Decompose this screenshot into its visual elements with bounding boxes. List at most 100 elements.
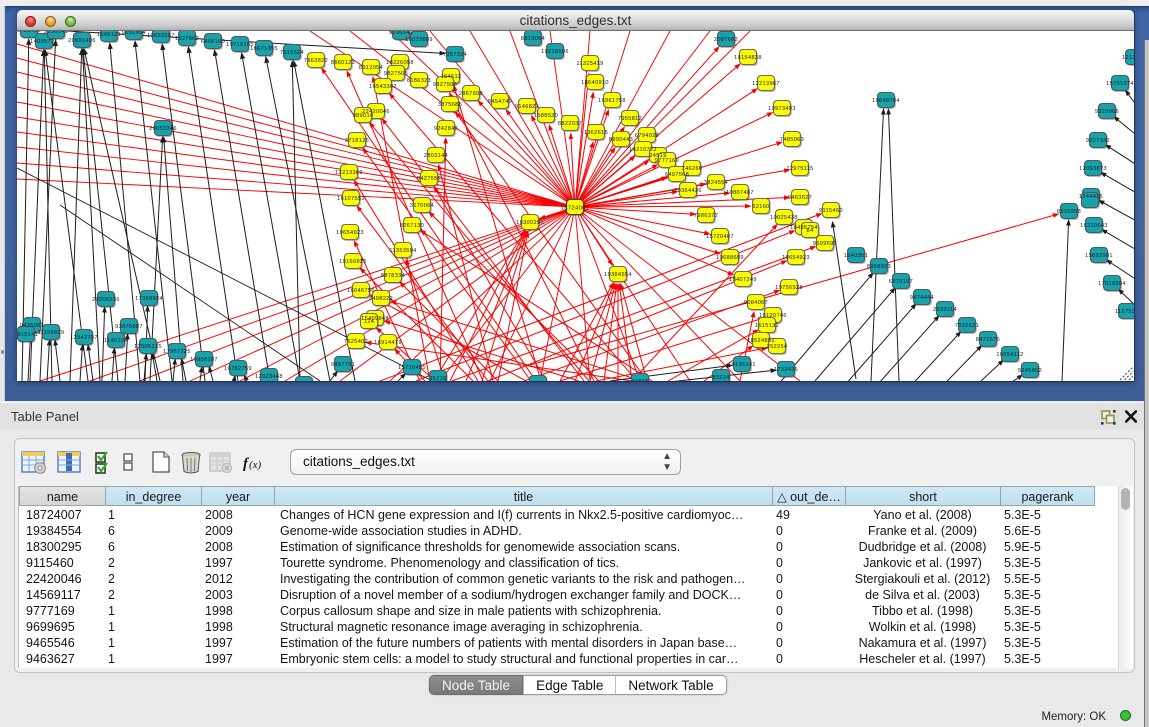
svg-text:16914479: 16914479 <box>374 340 402 346</box>
svg-text:19756928: 19756928 <box>775 285 803 291</box>
svg-text:20991406: 20991406 <box>68 38 96 44</box>
svg-text:12942757: 12942757 <box>70 335 98 341</box>
svg-text:8822037: 8822037 <box>558 121 582 127</box>
svg-text:1588520: 1588520 <box>534 113 558 119</box>
svg-text:1362615: 1362615 <box>584 130 608 136</box>
svg-text:6497568: 6497568 <box>665 172 689 178</box>
svg-text:16671355: 16671355 <box>250 46 278 52</box>
svg-text:1640951: 1640951 <box>844 253 868 259</box>
svg-text:9242848: 9242848 <box>434 126 458 132</box>
svg-text:16033809: 16033809 <box>405 37 433 43</box>
svg-text:154612: 154612 <box>441 74 462 80</box>
svg-text:3170064: 3170064 <box>410 203 434 209</box>
svg-text:6466160: 6466160 <box>201 39 225 45</box>
svg-text:62160: 62160 <box>752 204 769 210</box>
svg-text:1527602: 1527602 <box>175 36 199 42</box>
svg-text:16961758: 16961758 <box>598 98 626 104</box>
svg-text:16136141: 16136141 <box>728 362 756 368</box>
svg-text:(x): (x) <box>249 459 262 471</box>
svg-text:9463627: 9463627 <box>788 195 812 201</box>
svg-text:9827505: 9827505 <box>384 71 408 77</box>
svg-text:12093873: 12093873 <box>1079 166 1107 172</box>
svg-text:95716: 95716 <box>429 376 446 381</box>
svg-text:12923448: 12923448 <box>255 374 283 380</box>
svg-text:15692901: 15692901 <box>1085 253 1113 259</box>
svg-text:17016504: 17016504 <box>1098 281 1126 287</box>
svg-text:12213369: 12213369 <box>335 170 363 176</box>
svg-text:9474444: 9474444 <box>910 295 934 301</box>
svg-text:1167534: 1167534 <box>1115 309 1134 315</box>
svg-text:9227342: 9227342 <box>1086 138 1110 144</box>
svg-text:7357224: 7357224 <box>443 52 467 58</box>
svg-text:9699695: 9699695 <box>813 241 837 247</box>
svg-text:83224: 83224 <box>712 375 729 381</box>
svg-text:3915141: 3915141 <box>17 332 38 338</box>
svg-text:18226058: 18226058 <box>386 60 414 66</box>
svg-text:9031994: 9031994 <box>122 31 146 36</box>
svg-text:10958107: 10958107 <box>190 357 218 363</box>
svg-text:8454749: 8454749 <box>488 99 512 105</box>
svg-text:6794028: 6794028 <box>635 133 659 139</box>
svg-text:9435061: 9435061 <box>20 323 44 329</box>
svg-text:8958923: 8958923 <box>867 264 891 270</box>
svg-text:7485063: 7485063 <box>780 137 804 143</box>
svg-text:8427552: 8427552 <box>417 176 441 182</box>
svg-text:9777169: 9777169 <box>655 158 679 164</box>
svg-text:12213967: 12213967 <box>752 81 780 87</box>
svg-text:8912954: 8912954 <box>359 65 383 71</box>
svg-text:16107553: 16107553 <box>337 196 365 202</box>
svg-text:8267130: 8267130 <box>400 223 424 229</box>
svg-text:9857791: 9857791 <box>331 362 355 368</box>
svg-text:18407249: 18407249 <box>729 277 757 283</box>
svg-text:1615132: 1615132 <box>755 323 779 329</box>
svg-text:10648784: 10648784 <box>872 98 900 104</box>
svg-text:124: 124 <box>364 319 374 325</box>
svg-text:93975887: 93975887 <box>115 324 143 330</box>
svg-text:11353594: 11353594 <box>389 248 416 254</box>
svg-text:7625402: 7625402 <box>344 339 368 345</box>
svg-text:10653267: 10653267 <box>147 33 175 39</box>
svg-text:19166825: 19166825 <box>339 259 367 265</box>
svg-text:10688609: 10688609 <box>716 255 744 261</box>
svg-text:12505135: 12505135 <box>134 344 162 350</box>
svg-text:2718126: 2718126 <box>345 138 369 144</box>
svg-text:9827508: 9827508 <box>433 82 457 88</box>
svg-text:8215958: 8215958 <box>1057 209 1081 215</box>
svg-text:17957225: 17957225 <box>163 349 191 355</box>
svg-text:9084067: 9084067 <box>744 300 768 306</box>
svg-text:18640910: 18640910 <box>581 80 609 86</box>
svg-text:2803144: 2803144 <box>424 153 448 159</box>
svg-text:9245652: 9245652 <box>1018 368 1042 374</box>
svg-text:2933114: 2933114 <box>933 307 957 313</box>
svg-text:746266: 746266 <box>682 166 703 172</box>
svg-text:3498222: 3498222 <box>369 296 393 302</box>
svg-text:3875685: 3875685 <box>438 102 462 108</box>
svg-text:8990443: 8990443 <box>609 137 633 143</box>
svg-text:10973493: 10973493 <box>768 106 796 112</box>
svg-text:18495754: 18495754 <box>790 225 818 231</box>
svg-text:16782759: 16782759 <box>224 366 252 372</box>
svg-text:8813054: 8813054 <box>521 36 545 42</box>
svg-text:16210643: 16210643 <box>1080 223 1108 229</box>
svg-text:17359924: 17359924 <box>135 296 163 302</box>
svg-text:8471676: 8471676 <box>976 337 1000 343</box>
svg-text:7932621: 7932621 <box>955 323 979 329</box>
svg-text:2087682: 2087682 <box>714 37 738 43</box>
svg-text:44815: 44815 <box>631 379 648 381</box>
svg-text:84: 84 <box>807 228 814 234</box>
svg-text:9115460: 9115460 <box>819 208 843 214</box>
svg-text:12975115: 12975115 <box>786 166 813 172</box>
svg-text:18724007: 18724007 <box>561 206 590 212</box>
svg-text:15716485: 15716485 <box>398 365 426 371</box>
svg-text:9136141: 9136141 <box>44 31 68 35</box>
svg-text:3824554: 3824554 <box>704 180 728 186</box>
svg-text:11156829: 11156829 <box>38 330 65 336</box>
svg-text:16543362: 16543362 <box>369 84 397 90</box>
svg-text:7663822: 7663822 <box>304 58 328 64</box>
svg-text:1244415: 1244415 <box>1079 194 1103 200</box>
svg-text:18300295: 18300295 <box>516 220 544 226</box>
svg-text:7986372: 7986372 <box>694 213 718 219</box>
svg-text:16154838: 16154838 <box>734 55 762 61</box>
svg-text:20364436: 20364436 <box>674 188 702 194</box>
svg-text:10807487: 10807487 <box>726 190 754 196</box>
